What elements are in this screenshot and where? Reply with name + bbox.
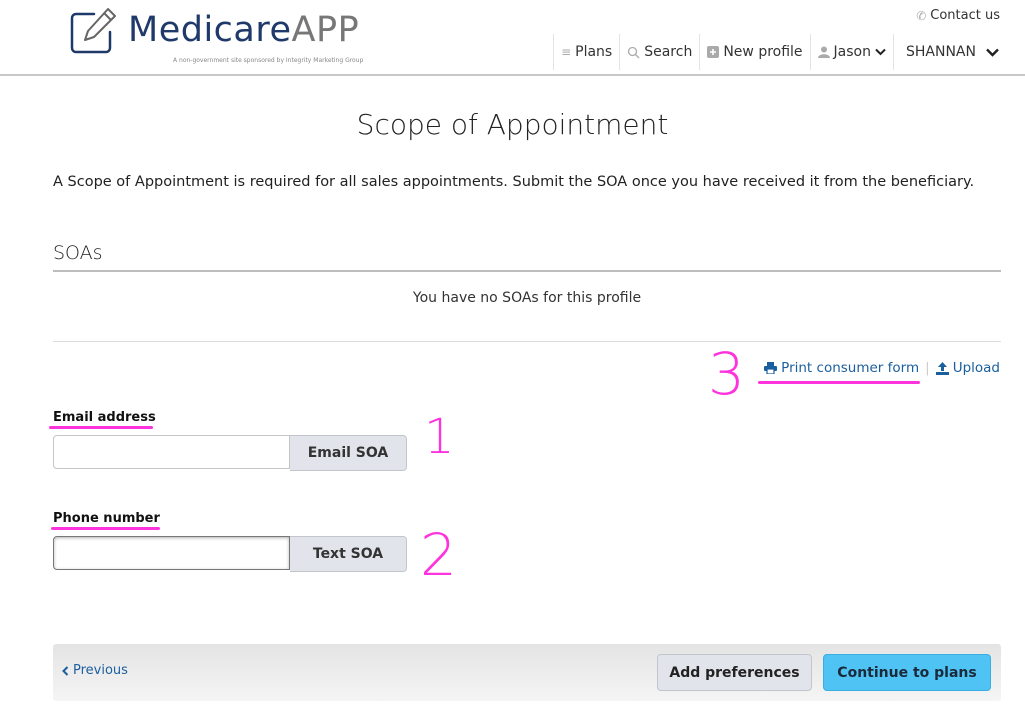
upload-icon: [935, 361, 949, 375]
contact-us-label: Contact us: [930, 8, 1000, 23]
email-group: Email SOA: [53, 435, 407, 471]
annotation-number-2: 2: [420, 521, 457, 589]
annotation-number-3: 3: [708, 340, 745, 408]
nav-item-agency-menu[interactable]: SHANNAN: [893, 34, 1003, 70]
chevron-down-icon: [986, 48, 999, 57]
print-label: Print consumer form: [781, 360, 920, 376]
edit-pencil-logo-icon: [70, 8, 116, 54]
user-icon: [817, 46, 830, 58]
phone-group: Text SOA: [53, 536, 407, 572]
main-nav: ≡ Plans Search New profile Jason SHANNAN: [553, 34, 1003, 70]
previous-label: Previous: [73, 663, 128, 678]
annotation-underline-print: [758, 381, 920, 384]
annotation-underline-phone: [51, 527, 160, 530]
upload-link[interactable]: Upload: [935, 360, 1000, 376]
divider: [53, 341, 1001, 342]
print-consumer-form-link[interactable]: Print consumer form: [764, 360, 919, 376]
logo-tagline: A non-government site sponsored by Integ…: [173, 57, 364, 64]
upload-label: Upload: [952, 360, 1000, 376]
add-preferences-button[interactable]: Add preferences: [657, 654, 812, 691]
intro-text: A Scope of Appointment is required for a…: [53, 174, 975, 190]
logo-wordmark: MedicareAPP: [128, 10, 359, 50]
nav-label: New profile: [723, 44, 803, 60]
logo-primary: Medicare: [128, 10, 292, 50]
phone-input[interactable]: [53, 536, 290, 570]
phone-icon: ✆: [916, 8, 927, 23]
search-icon: [628, 46, 640, 58]
annotation-number-1: 1: [424, 409, 455, 465]
chevron-down-icon: [875, 48, 886, 56]
nav-label: Search: [644, 44, 693, 60]
nav-item-new-profile[interactable]: New profile: [699, 34, 809, 70]
annotation-underline-email: [49, 426, 153, 429]
site-header: MedicareAPP A non-government site sponso…: [0, 0, 1025, 76]
phone-label: Phone number: [53, 511, 160, 526]
page-title: Scope of Appointment: [356, 108, 669, 141]
logo-secondary: APP: [291, 10, 360, 50]
separator: |: [925, 360, 930, 376]
soas-empty-message: You have no SOAs for this profile: [412, 290, 642, 306]
plus-square-icon: [707, 46, 720, 58]
divider: [53, 270, 1001, 272]
nav-item-user-menu[interactable]: Jason: [809, 34, 893, 70]
printer-icon: [764, 362, 778, 374]
nav-label: SHANNAN: [906, 44, 976, 60]
nav-label: Plans: [575, 44, 613, 60]
soas-heading: SOAs: [53, 242, 103, 264]
contact-us-link[interactable]: ✆ Contact us: [916, 8, 1000, 23]
email-label: Email address: [53, 410, 156, 425]
email-soa-button[interactable]: Email SOA: [290, 435, 407, 471]
nav-item-plans[interactable]: ≡ Plans: [553, 34, 619, 70]
form-actions: Print consumer form | Upload: [764, 360, 1000, 376]
email-input[interactable]: [53, 435, 290, 469]
wizard-footer: Previous Add preferences Continue to pla…: [53, 644, 1001, 701]
layers-icon: ≡: [561, 45, 572, 59]
chevron-left-icon: [62, 665, 69, 676]
previous-link[interactable]: Previous: [62, 663, 128, 678]
logo[interactable]: MedicareAPP: [68, 4, 359, 56]
continue-to-plans-button[interactable]: Continue to plans: [823, 654, 991, 691]
text-soa-button[interactable]: Text SOA: [290, 536, 407, 572]
nav-label: Jason: [833, 44, 871, 60]
nav-item-search[interactable]: Search: [619, 34, 699, 70]
